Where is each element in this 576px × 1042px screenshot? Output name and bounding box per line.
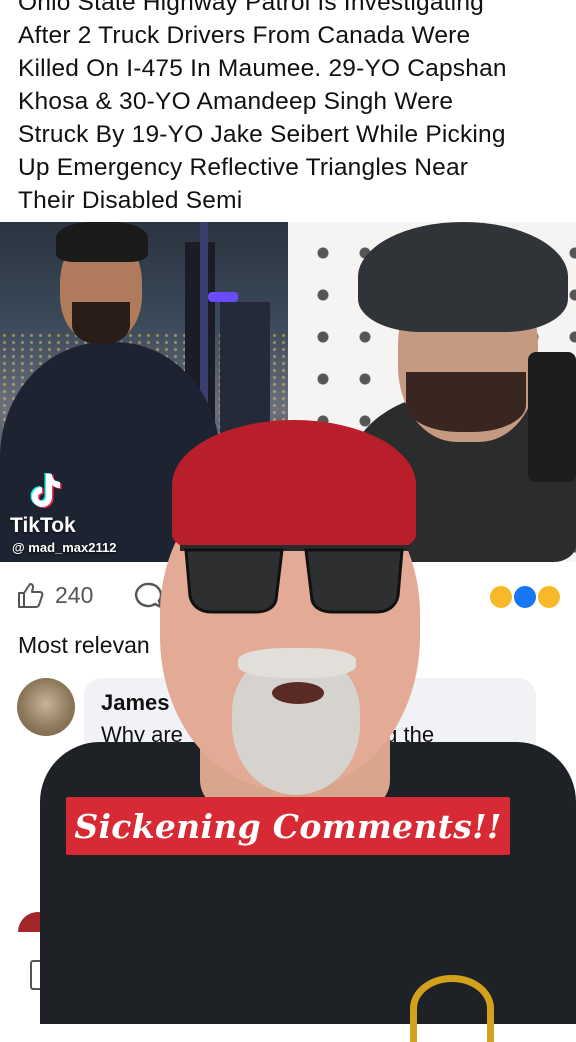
comment-sort-label[interactable]: Most relevan [18, 632, 150, 659]
headline-line: Killed On I-475 In Maumee. 29-YO Capshan [18, 55, 507, 82]
person-beard [72, 302, 130, 344]
tiktok-icon [30, 473, 62, 508]
presenter-cap [172, 420, 416, 550]
laugh-emoji-icon [536, 584, 562, 610]
sad-emoji-icon [488, 584, 514, 610]
headline-line: Up Emergency Reflective Triangles Near [18, 154, 469, 181]
headline-line: After 2 Truck Drivers From Canada Were [18, 22, 471, 49]
headline-line: Ohio State Highway Patrol Is Investigati… [18, 0, 484, 16]
post-headline: Ohio State Highway Patrol Is Investigati… [18, 0, 566, 217]
headline-line: Their Disabled Semi [18, 187, 243, 214]
tiktok-wordmark: TikTok [10, 514, 76, 537]
shirt-logo [410, 975, 494, 1042]
phone [528, 352, 576, 482]
person-beard [406, 372, 526, 432]
like-emoji-icon [512, 584, 538, 610]
presenter-mouth [272, 682, 324, 704]
headline-line: Khosa & 30-YO Amandeep Singh Were [18, 88, 454, 115]
tiktok-handle[interactable]: @ mad_max2112 [12, 540, 116, 555]
caption-banner: Sickening Comments!! [66, 797, 510, 855]
building-light [208, 292, 238, 302]
thumbs-up-icon[interactable] [16, 580, 46, 610]
headline-line: Struck By 19-YO Jake Seibert While Picki… [18, 121, 506, 148]
avatar[interactable] [17, 678, 75, 736]
sunglasses-icon [180, 545, 408, 614]
person-hair [56, 222, 148, 262]
presenter-mustache [238, 648, 356, 678]
like-count: 240 [55, 582, 94, 608]
person-turban [358, 222, 568, 332]
caption-text: Sickening Comments!! [74, 806, 502, 846]
